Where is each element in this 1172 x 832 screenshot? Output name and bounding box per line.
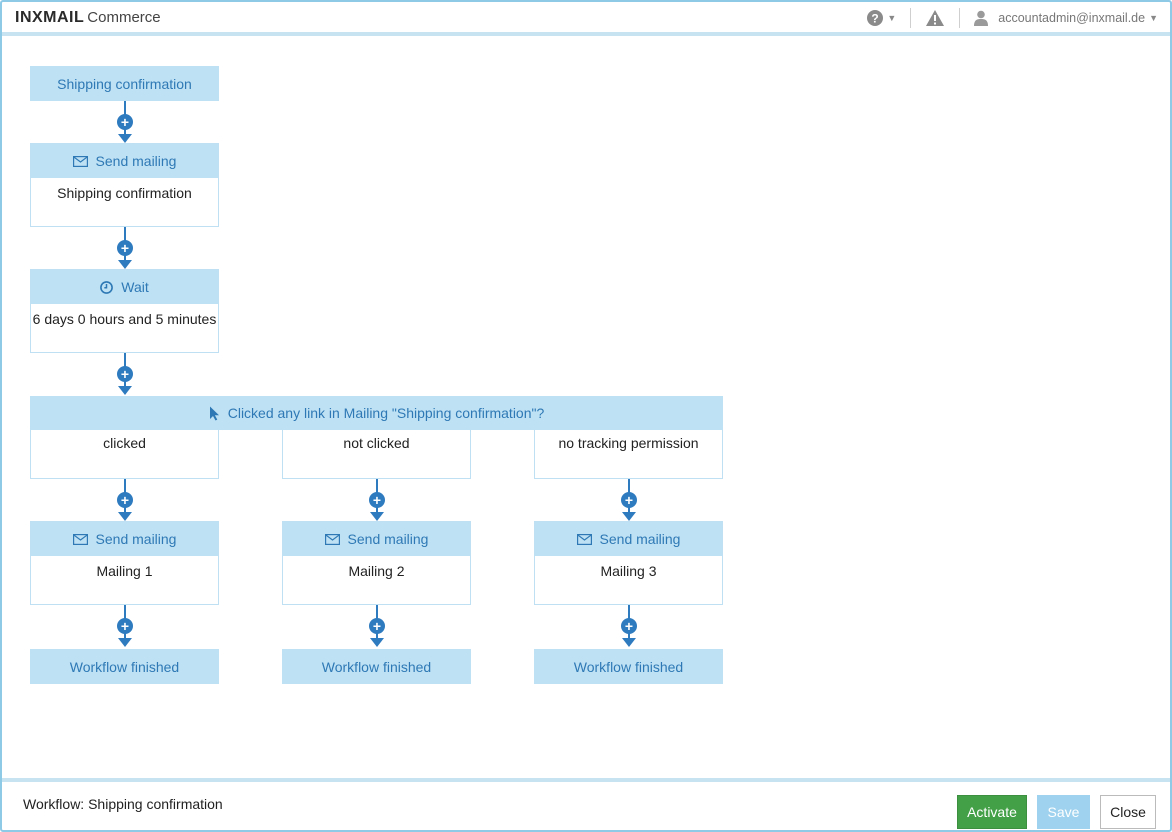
send-mailing-node[interactable]: Send mailing Mailing 3: [534, 521, 723, 605]
send-mailing-header[interactable]: Send mailing: [535, 522, 722, 556]
branch-condition-header[interactable]: Clicked any link in Mailing "Shipping co…: [30, 396, 723, 430]
workflow-finished-header[interactable]: Workflow finished: [534, 649, 723, 684]
plus-circle-icon[interactable]: +: [621, 492, 637, 508]
node-value: Mailing 2: [348, 563, 405, 579]
plus-circle-icon[interactable]: +: [117, 492, 133, 508]
plus-circle-icon[interactable]: +: [117, 618, 133, 634]
send-mailing-header[interactable]: Send mailing: [31, 522, 218, 556]
node-value: Mailing 3: [600, 563, 657, 579]
workflow-finished-node[interactable]: Workflow finished: [534, 649, 723, 684]
chevron-down-icon: ▼: [1149, 13, 1158, 23]
add-step-connector: +: [619, 605, 639, 649]
add-step-connector: +: [115, 101, 135, 145]
add-step-connector: +: [367, 479, 387, 523]
question-circle-icon: ?: [867, 10, 884, 26]
branch-path-not-clicked[interactable]: not clicked: [282, 430, 471, 479]
plus-circle-icon[interactable]: +: [369, 618, 385, 634]
node-value: Mailing 1: [96, 563, 153, 579]
trigger-label: Shipping confirmation: [57, 75, 192, 92]
arrow-down-icon: [118, 512, 132, 521]
user-icon: [974, 10, 989, 26]
envelope-icon: [72, 533, 88, 545]
cursor-icon: [209, 406, 220, 421]
send-mailing-node[interactable]: Send mailing Mailing 1: [30, 521, 219, 605]
warnings-button[interactable]: [925, 9, 945, 27]
wait-header[interactable]: Wait: [31, 270, 218, 304]
node-type-label: Send mailing: [599, 531, 681, 547]
clock-icon: [100, 280, 114, 294]
plus-circle-icon[interactable]: +: [621, 618, 637, 634]
warning-triangle-icon: [925, 9, 945, 27]
arrow-down-icon: [622, 512, 636, 521]
divider: [910, 8, 912, 28]
envelope-icon: [72, 155, 88, 167]
envelope-icon: [324, 533, 340, 545]
end-label: Workflow finished: [573, 658, 684, 675]
chevron-down-icon: ▼: [887, 13, 897, 23]
save-button[interactable]: Save: [1037, 795, 1090, 829]
arrow-down-icon: [370, 512, 384, 521]
add-step-connector: +: [115, 227, 135, 271]
plus-circle-icon[interactable]: +: [117, 114, 133, 130]
brand-name: INXMAIL: [15, 9, 85, 26]
product-name: Commerce: [87, 9, 161, 26]
arrow-down-icon: [622, 638, 636, 647]
workflow-finished-node[interactable]: Workflow finished: [30, 649, 219, 684]
divider: [959, 8, 961, 28]
add-step-connector: +: [115, 479, 135, 523]
branch-condition: no tracking permission: [558, 435, 699, 451]
node-value: 6 days 0 hours and 5 minutes: [32, 311, 217, 327]
add-step-connector: +: [115, 353, 135, 397]
branch-condition: not clicked: [343, 435, 410, 451]
end-label: Workflow finished: [69, 658, 180, 675]
help-menu[interactable]: ? ▼: [867, 10, 896, 26]
send-mailing-header[interactable]: Send mailing: [283, 522, 470, 556]
header-actions: ? ▼ accountadmin@inxmail.de ▼: [867, 6, 1158, 30]
add-step-connector: +: [115, 605, 135, 649]
trigger-node-header[interactable]: Shipping confirmation: [30, 66, 219, 101]
send-mailing-node[interactable]: Send mailing Mailing 2: [282, 521, 471, 605]
user-menu[interactable]: accountadmin@inxmail.de ▼: [974, 10, 1158, 26]
branch-path-no-tracking[interactable]: no tracking permission: [534, 430, 723, 479]
envelope-icon: [576, 533, 592, 545]
arrow-down-icon: [118, 134, 132, 143]
trigger-node[interactable]: Shipping confirmation: [30, 66, 219, 101]
workflow-title: Workflow: Shipping confirmation: [23, 796, 223, 812]
branch-condition-label: Clicked any link in Mailing "Shipping co…: [227, 405, 545, 421]
branch-path-clicked[interactable]: clicked: [30, 430, 219, 479]
activate-button[interactable]: Activate: [957, 795, 1027, 829]
footer-bar: Workflow: Shipping confirmation Activate…: [0, 778, 1172, 832]
plus-circle-icon[interactable]: +: [369, 492, 385, 508]
plus-circle-icon[interactable]: +: [117, 240, 133, 256]
workflow-canvas: Shipping confirmation + Send mailing Shi…: [0, 40, 1172, 778]
end-label: Workflow finished: [321, 658, 432, 675]
send-mailing-node[interactable]: Send mailing Shipping confirmation: [30, 143, 219, 227]
plus-circle-icon[interactable]: +: [117, 366, 133, 382]
workflow-finished-header[interactable]: Workflow finished: [30, 649, 219, 684]
workflow-finished-header[interactable]: Workflow finished: [282, 649, 471, 684]
node-value: Shipping confirmation: [57, 185, 192, 201]
node-type-label: Send mailing: [95, 153, 177, 169]
arrow-down-icon: [118, 386, 132, 395]
arrow-down-icon: [118, 638, 132, 647]
send-mailing-header[interactable]: Send mailing: [31, 144, 218, 178]
user-email: accountadmin@inxmail.de: [998, 11, 1146, 25]
close-button[interactable]: Close: [1100, 795, 1156, 829]
node-type-label: Send mailing: [347, 531, 429, 547]
svg-text:?: ?: [872, 12, 879, 26]
app-logo[interactable]: INXMAIL Commerce: [15, 9, 161, 27]
branch-condition: clicked: [103, 435, 146, 451]
node-type-label: Wait: [121, 279, 149, 295]
add-step-connector: +: [367, 605, 387, 649]
node-type-label: Send mailing: [95, 531, 177, 547]
arrow-down-icon: [370, 638, 384, 647]
wait-node[interactable]: Wait 6 days 0 hours and 5 minutes: [30, 269, 219, 353]
workflow-finished-node[interactable]: Workflow finished: [282, 649, 471, 684]
top-bar: INXMAIL Commerce ? ▼ accountadmin@inxmail…: [0, 0, 1172, 36]
arrow-down-icon: [118, 260, 132, 269]
add-step-connector: +: [619, 479, 639, 523]
